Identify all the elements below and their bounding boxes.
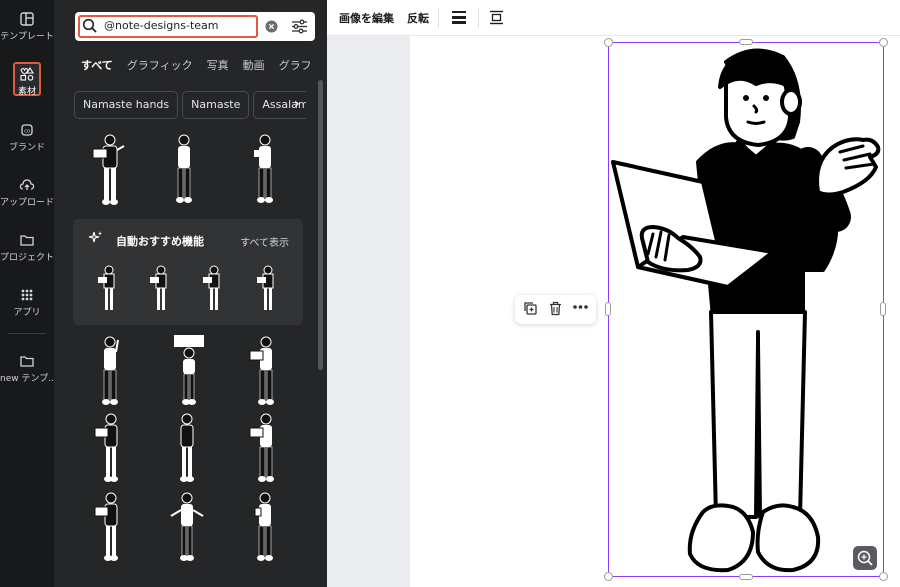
brand-icon: co [21, 124, 33, 136]
auto-recommend-card: 自動おすすめ機能 すべて表示 [73, 219, 303, 325]
graphic-person-tablet[interactable] [92, 411, 130, 486]
resize-handle-top-left[interactable] [604, 38, 613, 47]
graphic-person-pointing[interactable] [94, 334, 126, 409]
apps-grid-icon [21, 289, 33, 301]
rail-label-uploads: アップロード [0, 198, 54, 208]
panel-scrollbar[interactable] [318, 80, 323, 370]
graphic-person-standing[interactable] [169, 132, 199, 207]
graphic-person-phone-2[interactable] [249, 490, 281, 565]
elements-icon [20, 67, 34, 81]
toolbar-divider [478, 8, 479, 28]
more-options-icon[interactable] [572, 299, 589, 318]
category-tabs: すべて グラフィック 写真 動画 グラフ [81, 54, 321, 78]
selection-box [608, 42, 884, 577]
rail-divider [8, 333, 46, 334]
rail-label-elements: 素材 [17, 87, 36, 97]
graphic-person-laptop-2[interactable] [247, 334, 285, 409]
sparkle-icon [88, 231, 102, 243]
svg-text:co: co [24, 129, 30, 135]
zoom-in-icon [857, 550, 873, 566]
duplicate-icon[interactable] [523, 301, 538, 320]
resize-handle-left[interactable] [605, 302, 611, 316]
cloud-upload-icon [19, 179, 35, 190]
zoom-in-button[interactable] [853, 546, 877, 570]
graphic-person-laptop-4[interactable] [92, 490, 130, 565]
rail-item-elements[interactable]: 素材 [0, 62, 54, 112]
card-title: 自動おすすめ機能 [116, 235, 204, 248]
rail-item-apps[interactable]: アプリ [0, 288, 54, 338]
rail-label-new-template: new テンプ... [0, 374, 54, 384]
rail-label-brand: ブランド [8, 143, 45, 153]
tab-all[interactable]: すべて [81, 58, 113, 78]
search-input[interactable]: @note-designs-team [104, 19, 218, 32]
chevron-right-icon[interactable]: › [294, 96, 300, 112]
resize-handle-bottom[interactable] [739, 574, 753, 580]
rail-label-projects: プロジェクト [0, 253, 54, 263]
toolbar-divider [438, 8, 439, 28]
tab-videos[interactable]: 動画 [243, 58, 265, 78]
rail-item-projects[interactable]: プロジェクト [0, 233, 54, 283]
border-style-icon[interactable] [451, 10, 467, 25]
resize-handle-right[interactable] [880, 302, 886, 316]
position-icon[interactable] [489, 10, 504, 25]
resize-handle-bottom-left[interactable] [604, 572, 613, 581]
elements-highlight-box: 素材 [13, 62, 41, 97]
rail-label-templates: テンプレート [0, 32, 54, 42]
recommended-graphic-3[interactable] [201, 265, 227, 315]
rail-item-uploads[interactable]: アップロード [0, 178, 54, 228]
graphic-person-sign[interactable] [171, 334, 207, 409]
rail-item-templates[interactable]: テンプレート [0, 12, 54, 62]
search-box[interactable]: @note-designs-team [75, 12, 315, 41]
trash-icon[interactable] [548, 301, 563, 320]
rail-label-apps: アプリ [13, 308, 41, 318]
chip-namaste[interactable]: Namaste [182, 91, 250, 119]
resize-handle-bottom-right[interactable] [879, 572, 888, 581]
tab-graphics[interactable]: グラフィック [127, 58, 193, 78]
see-all-link[interactable]: すべて表示 [240, 234, 289, 249]
graphic-person-laptop[interactable] [90, 132, 130, 207]
elements-panel: @note-designs-team すべて グラフィック 写真 動画 グラフ Nama… [54, 0, 327, 587]
suggestion-chips: Namaste hands Namaste Assalam [74, 91, 306, 120]
edit-image-button[interactable]: 画像を編集 [339, 10, 394, 26]
resize-handle-top[interactable] [739, 39, 753, 45]
tab-charts[interactable]: グラフ [279, 58, 312, 78]
tab-photos[interactable]: 写真 [207, 58, 229, 78]
template-icon [20, 12, 34, 26]
graphic-person-laptop-3[interactable] [247, 411, 285, 486]
resize-handle-top-right[interactable] [879, 38, 888, 47]
recommended-graphic-1[interactable] [96, 265, 122, 315]
rail-item-brand[interactable]: co ブランド [0, 123, 54, 173]
element-context-menu [515, 295, 596, 324]
top-toolbar: 画像を編集 反転 [327, 0, 900, 36]
rail-item-new-template[interactable]: new テンプ... [0, 354, 54, 404]
chip-namaste-hands[interactable]: Namaste hands [74, 91, 179, 119]
folder-icon [20, 356, 34, 367]
folder-icon [20, 235, 34, 246]
search-icon [82, 18, 97, 33]
graphic-person-phone[interactable] [249, 132, 281, 207]
recommended-graphic-2[interactable] [148, 265, 174, 315]
filter-icon[interactable] [291, 18, 308, 35]
flip-button[interactable]: 反転 [407, 10, 429, 26]
app: テンプレート 素材 co ブランド アップロード プロジェクト アプリ new [0, 0, 900, 587]
recommended-graphic-4[interactable] [255, 265, 281, 315]
graphic-person-binoculars[interactable] [171, 411, 203, 486]
graphic-person-shrug[interactable] [167, 490, 207, 565]
clear-icon[interactable] [265, 20, 278, 33]
left-rail: テンプレート 素材 co ブランド アップロード プロジェクト アプリ new [0, 0, 54, 587]
